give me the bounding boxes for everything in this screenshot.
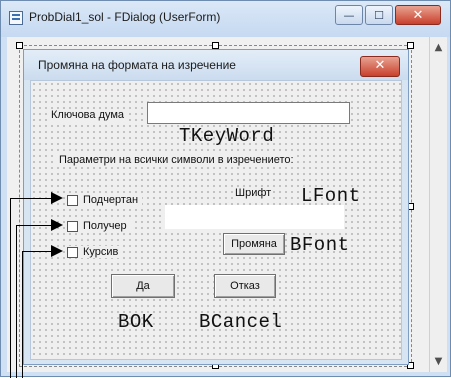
font-label-control-name: LFont	[301, 185, 361, 207]
cancel-button-control-name: BCancel	[199, 311, 283, 333]
close-button[interactable]: ✕	[395, 5, 441, 25]
window-title-bar[interactable]: ProbDial1_sol - FDialog (UserForm) — ☐ ✕	[1, 1, 450, 37]
scroll-up-icon[interactable]: ▲	[430, 39, 447, 56]
minimize-button[interactable]: —	[335, 5, 363, 25]
change-font-button[interactable]: Промяна	[223, 233, 285, 255]
bold-checkbox[interactable]: Получер	[67, 220, 131, 232]
keyword-control-name: TKeyWord	[179, 125, 275, 147]
arrow-icon	[22, 251, 52, 252]
keyword-label: Ключова дума	[49, 109, 127, 121]
resize-handle[interactable]	[212, 42, 219, 49]
underline-checkbox[interactable]: Подчертан	[67, 194, 143, 206]
arrow-icon	[10, 198, 52, 199]
ok-button-control-name: BOK	[118, 311, 154, 333]
keyword-input[interactable]	[147, 102, 350, 124]
params-label: Параметри на всички символи в изречениет…	[57, 154, 296, 166]
checkbox-box[interactable]	[67, 246, 78, 258]
cancel-button[interactable]: Отказ	[214, 274, 276, 298]
arrow-icon	[16, 225, 52, 226]
checkbox-box[interactable]	[67, 220, 78, 232]
form-caption: Промяна на формата на изречение	[38, 58, 236, 72]
font-label: Шрифт	[233, 187, 274, 199]
ok-button[interactable]: Да	[111, 274, 175, 298]
italic-checkbox-label: Курсив	[83, 246, 119, 258]
italic-checkbox[interactable]: Курсив	[67, 246, 123, 258]
maximize-button[interactable]: ☐	[365, 5, 393, 25]
change-button-control-name: BFont	[290, 234, 350, 256]
arrow-head-icon	[51, 219, 63, 231]
bold-checkbox-label: Получер	[83, 220, 127, 232]
vertical-scrollbar[interactable]: ▲ ▼	[429, 37, 447, 372]
resize-handle[interactable]	[16, 42, 23, 49]
resize-handle[interactable]	[407, 42, 414, 49]
form-title-bar: Промяна на формата на изречение ✕	[24, 50, 408, 80]
underline-checkbox-label: Подчертан	[83, 194, 139, 206]
font-display-field[interactable]	[165, 205, 344, 229]
annotation-line	[16, 225, 17, 378]
designer-window: ProbDial1_sol - FDialog (UserForm) — ☐ ✕…	[0, 0, 451, 378]
checkbox-box[interactable]	[67, 194, 78, 206]
annotation-line	[22, 251, 23, 378]
annotation-line	[10, 198, 11, 378]
scroll-down-icon[interactable]: ▼	[430, 353, 447, 370]
window-title: ProbDial1_sol - FDialog (UserForm)	[29, 10, 221, 24]
arrow-head-icon	[51, 192, 63, 204]
form-close-button[interactable]: ✕	[360, 56, 400, 77]
arrow-head-icon	[51, 245, 63, 257]
userform-icon	[9, 11, 23, 25]
